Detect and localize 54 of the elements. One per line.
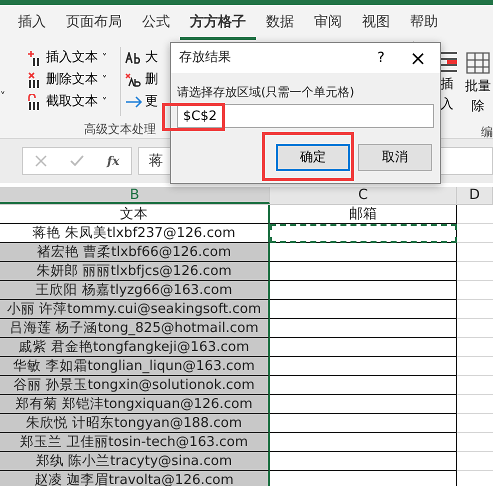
text-case-icon [125,52,143,64]
help-button[interactable]: ? [366,46,396,70]
insert-icon [28,50,42,66]
ribbon-button[interactable]: 批量 除 [463,51,493,115]
ribbon-tab[interactable]: 页面布局 [56,6,132,40]
extract-icon [28,94,42,110]
ribbon-tab[interactable]: 视图 [352,6,400,40]
ribbon-button[interactable]: 截取文本 ˅ [24,91,116,113]
table-grid-icon [465,51,491,75]
table-cell: 戚紫 君金艳tongfangkeji@163.com [0,338,270,357]
table-cell: 王欣阳 杨嘉tlyzg66@163.com [0,281,270,300]
table-cell: 赵凌 迦李眉travolta@126.com [0,471,270,486]
ribbon-button[interactable]: 更 [121,91,162,113]
caret-icon: ˅ [102,50,107,66]
table-cell: 郑玉兰 卫佳丽tosin-tech@163.com [0,433,270,452]
table-cell: 郑有菊 郑铠沣tongxiquan@126.com [0,395,270,414]
delete-icon [28,72,42,88]
table-cell: 邮箱 [270,205,457,224]
ribbon-tab[interactable]: 公式 [132,6,180,40]
dialog-title: 存放结果 [179,49,232,68]
ribbon-tab[interactable]: 插入 [8,6,56,40]
ribbon-button[interactable]: 插入文本 ˅ [24,47,116,69]
group-label: 编 [480,124,493,141]
dialog-button[interactable]: 取消 [358,144,432,172]
ribbon-tab[interactable]: 审阅 [304,6,352,40]
caret-icon[interactable]: ˅ [0,89,6,106]
caret-icon: ˅ [102,72,107,88]
ribbon-button[interactable]: 大 [121,47,162,69]
ribbon-tab[interactable]: 帮助 [400,6,448,40]
function-icon[interactable]: fx [107,152,120,170]
cancel-icon[interactable] [34,155,47,167]
table-cell: 褚宏艳 曹柔tlxbf66@126.com [0,243,270,262]
prompt-label: 请选择存放区域(只需一个单元格) [176,84,356,101]
range-field[interactable]: $C$2 [177,104,434,128]
table-cell: 华敏 李如霜tonglian_liqun@163.com [0,357,270,376]
table-cell: 吕海莲 杨子涵tong_825@hotmail.com [0,319,270,338]
check-icon[interactable] [70,155,84,167]
table-cell: 朱欣悦 计昭东tongyan@188.com [0,414,270,433]
dialog-button[interactable]: 确定 [276,144,350,172]
arrow-icon [125,96,143,108]
table-cell: 文本 [0,205,270,224]
caret-icon: ˅ [102,94,107,110]
ribbon-button[interactable]: 删 [121,69,162,91]
table-cell: 郑纨 陈小兰tracyty@sina.com [0,452,270,471]
ribbon-button[interactable]: 删除文本 ˅ [24,69,116,91]
ribbon-tab[interactable]: 数据 [256,6,304,40]
group-label: 高级文本处理 [84,121,157,138]
delete-icon [125,73,143,87]
table-cell: 朱妍郎 丽丽tlxbfjcs@126.com [0,262,270,281]
column-header[interactable]: B [0,187,270,204]
table-cell: 小丽 许萍tommy.cui@seakingsoft.com [0,300,270,319]
column-header[interactable]: C [270,187,457,204]
table-cell: 谷丽 孙景玉tongxin@solutionok.com [0,376,270,395]
column-header[interactable]: D [457,187,493,204]
